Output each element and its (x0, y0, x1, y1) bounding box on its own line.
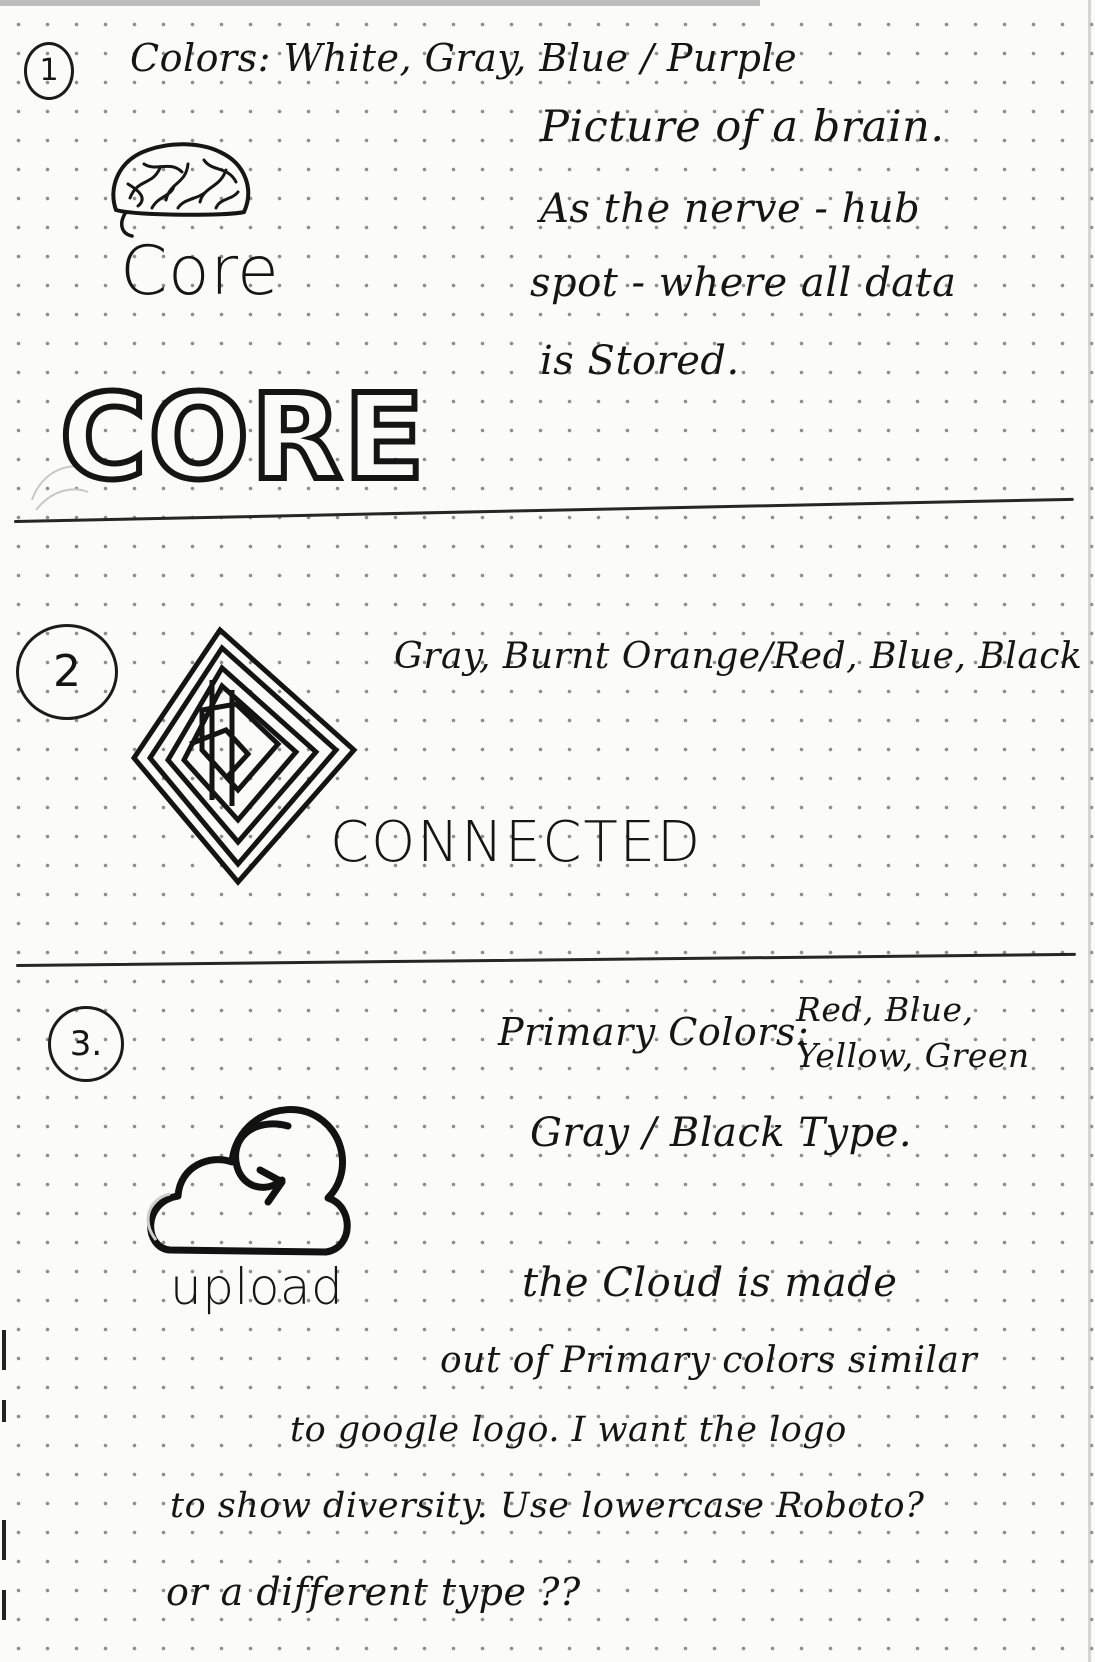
section-1-colors: Colors: White, Gray, Blue / Purple (130, 36, 798, 80)
section-number: 2 (53, 646, 81, 697)
section-2-colors: Gray, Burnt Orange/Red, Blue, Black (394, 636, 1083, 677)
core-logo-large: CORE (57, 368, 427, 506)
section-number: 1 (39, 53, 59, 88)
section-divider (15, 952, 1076, 967)
section-number: 3. (69, 1024, 103, 1064)
paper-left-mark (2, 1520, 6, 1560)
paper-left-mark (2, 1330, 6, 1370)
section-3-colors-values: Yellow, Green (796, 1036, 1030, 1075)
section-number-circle: 3. (48, 1006, 124, 1082)
section-1-note-line: spot - where all data (530, 260, 957, 306)
section-3-colors-label: Primary Colors: (498, 1010, 810, 1054)
paper-left-mark (2, 1400, 6, 1422)
section-3-note-line: out of Primary colors similar (440, 1340, 978, 1381)
paper-top-edge (0, 0, 760, 6)
section-3-note-line: or a different type ?? (166, 1570, 581, 1614)
section-3-note-line: the Cloud is made (522, 1260, 898, 1306)
cloud-upload-icon (146, 1106, 351, 1256)
section-3-note-line: to google logo. I want the logo (290, 1410, 847, 1450)
section-number-circle: 1 (24, 42, 74, 100)
section-3-type-line: Gray / Black Type. (530, 1110, 913, 1156)
connected-logo-text: CONNECTED (330, 810, 703, 875)
section-1-note-line: Picture of a brain. (540, 102, 945, 152)
section-3-note-line: to show diversity. Use lowercase Roboto? (170, 1486, 925, 1526)
core-logo-small: Core (120, 232, 280, 311)
section-3-colors-values: Red, Blue, (796, 990, 974, 1029)
section-number-circle: 2 (16, 624, 118, 720)
section-1-note-line: As the nerve - hub (540, 186, 921, 232)
section-1-note-line: is Stored. (540, 338, 740, 384)
paper-left-mark (2, 1590, 6, 1620)
paper-right-edge (1088, 0, 1091, 1662)
upload-logo-text: upload (170, 1258, 344, 1316)
brain-icon (111, 142, 250, 238)
